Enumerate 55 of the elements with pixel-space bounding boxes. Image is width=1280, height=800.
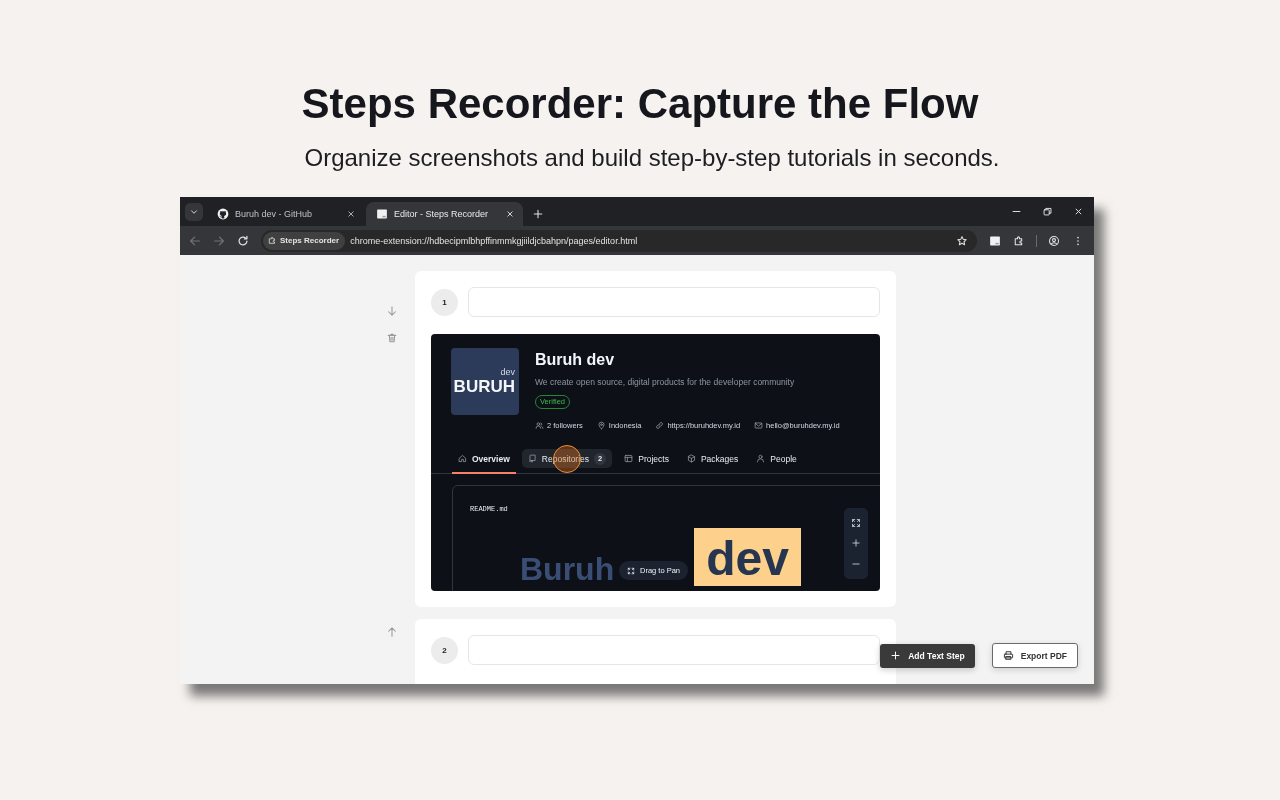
profile-tab[interactable]: People (750, 449, 803, 468)
url-text: chrome-extension://hdbecipmlbhpffinmmkgjiildjcbahpn/pages/editor.html (350, 235, 638, 246)
page-icon[interactable] (989, 234, 1001, 247)
step-number: 1 (442, 297, 447, 307)
plus-icon (890, 650, 902, 661)
fullscreen-icon (627, 566, 635, 575)
profile-name: Buruh dev (535, 350, 615, 370)
trash-icon[interactable] (386, 332, 398, 344)
profile-icon[interactable] (1048, 234, 1060, 247)
tab-list-button[interactable] (185, 202, 203, 221)
table-icon (624, 454, 634, 463)
plus-icon[interactable] (532, 208, 544, 220)
page-icon (376, 208, 388, 220)
page-subtitle: Organize screenshots and build step-by-step tutorials in seconds. (304, 143, 1000, 173)
arrow-up-icon[interactable] (386, 626, 398, 638)
profile-description: We create open source, digital products for the developer community (535, 377, 795, 388)
add-step-button[interactable]: Add Text Step (880, 643, 975, 668)
cube-icon (686, 454, 696, 463)
close-icon[interactable] (1073, 206, 1084, 217)
step-input-field[interactable] (468, 635, 880, 665)
tab-title: Editor - Steps Recorder (394, 209, 490, 219)
mail-icon (754, 421, 764, 430)
location-pin-icon (596, 421, 606, 430)
step-number: 2 (442, 645, 447, 655)
logo-text: Buruh (520, 552, 615, 586)
site-chip[interactable]: Steps Recorder (263, 231, 346, 250)
browser-tab[interactable]: Editor - Steps Recorder (366, 202, 523, 226)
plus-icon[interactable] (851, 538, 861, 549)
fullscreen-icon[interactable] (851, 518, 861, 529)
link-icon (655, 421, 665, 430)
person-icon (756, 454, 766, 463)
reload-icon[interactable] (236, 233, 250, 248)
profile-tab[interactable]: Packages (680, 449, 745, 468)
logo-text: dev (706, 532, 789, 585)
logo-text: BURUH (453, 377, 515, 396)
profile-tab[interactable]: Overview (452, 449, 516, 468)
close-icon[interactable] (505, 209, 515, 219)
star-icon[interactable] (956, 234, 968, 247)
puzzle-icon[interactable] (1013, 234, 1025, 247)
puzzle-icon (268, 236, 277, 245)
printer-icon (1002, 650, 1014, 661)
github-icon (217, 208, 229, 220)
home-icon (458, 454, 467, 463)
browser-tab[interactable]: Buruh dev - GitHub (207, 202, 364, 226)
people-icon (535, 421, 544, 430)
close-icon[interactable] (346, 209, 356, 219)
profile-tab[interactable]: Projects (618, 449, 675, 468)
step-input-field[interactable] (468, 287, 880, 317)
book-icon (527, 454, 537, 463)
tab-title: Buruh dev - GitHub (235, 209, 314, 219)
restore-icon[interactable] (1042, 206, 1053, 217)
export-button[interactable]: Export PDF (991, 643, 1078, 668)
logo-text: dev (500, 367, 515, 377)
address-bar[interactable]: Steps Recorder chrome-extension://hdbecipmlbhpffinmmkgjiildjcbahpn/pages/editor.html (261, 229, 977, 252)
page-title: Steps Recorder: Capture the Flow (301, 79, 979, 129)
